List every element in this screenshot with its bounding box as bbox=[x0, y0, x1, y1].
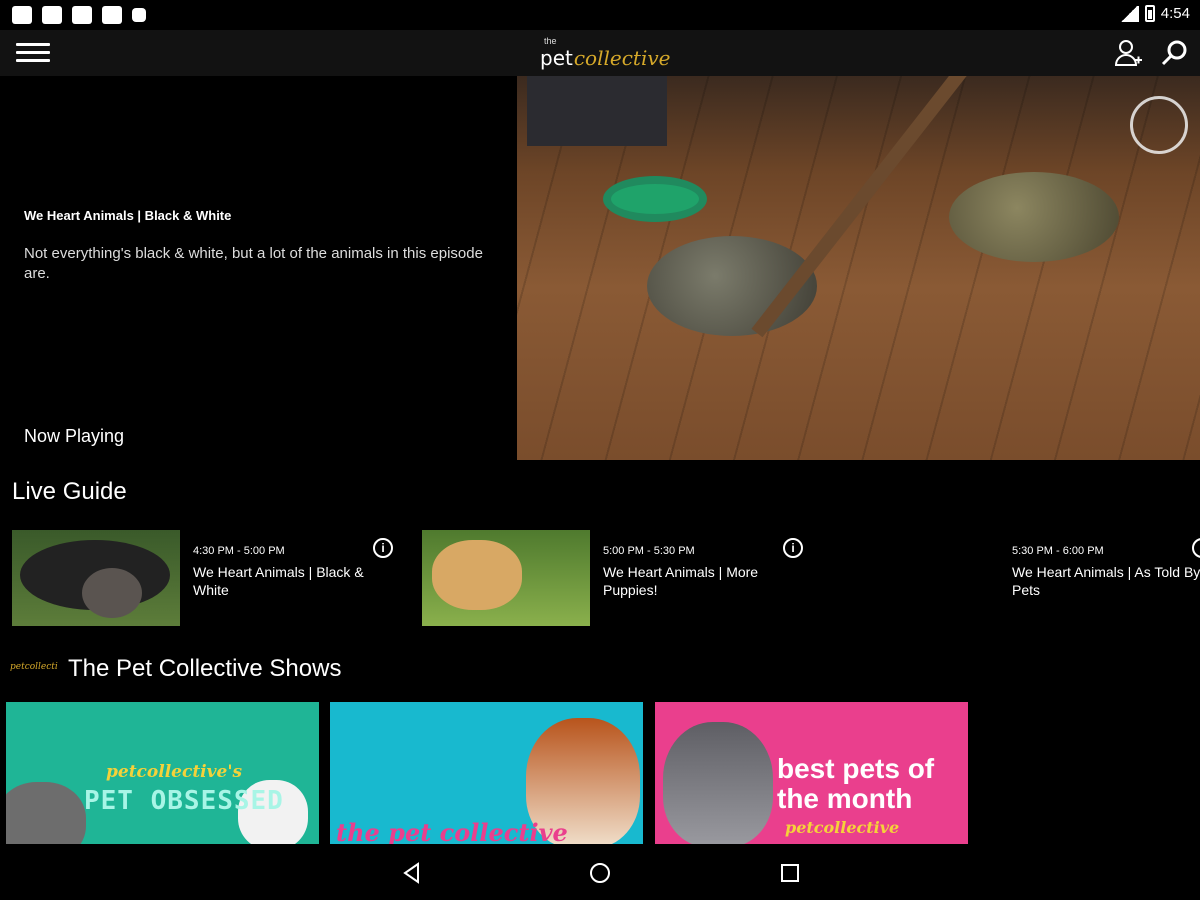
app-bar: the pet collective bbox=[0, 30, 1200, 76]
episode-title: We Heart Animals | Black & White bbox=[24, 208, 232, 223]
show-card-pet-obsessed[interactable]: petcollective's PET OBSESSED bbox=[6, 702, 319, 844]
channel-watermark-icon bbox=[1130, 96, 1188, 154]
info-icon[interactable]: i bbox=[373, 538, 393, 558]
shows-header: petcollective The Pet Collective Shows bbox=[10, 655, 341, 683]
now-playing-section: We Heart Animals | Black & White Not eve… bbox=[0, 76, 1200, 460]
notification-icon bbox=[72, 6, 92, 24]
guide-show-name: We Heart Animals | As Told By Pets bbox=[1012, 564, 1200, 598]
add-account-icon[interactable] bbox=[1113, 38, 1143, 68]
guide-thumbnail bbox=[422, 530, 590, 626]
video-background-object bbox=[527, 76, 667, 146]
notification-icons bbox=[12, 6, 146, 24]
video-player[interactable] bbox=[517, 76, 1200, 460]
info-icon[interactable]: i bbox=[1192, 538, 1200, 558]
status-bar: 4:54 bbox=[0, 0, 1200, 30]
search-icon[interactable] bbox=[1160, 38, 1190, 68]
cat-image bbox=[663, 722, 773, 844]
notification-icon bbox=[12, 6, 32, 24]
android-icon bbox=[132, 8, 146, 22]
android-nav-bar bbox=[0, 844, 1200, 900]
guide-item[interactable]: 5:00 PM - 5:30 PM We Heart Animals | Mor… bbox=[422, 530, 812, 626]
pet-collective-logo: the pet collective bbox=[540, 36, 671, 70]
frog-image bbox=[949, 172, 1119, 262]
guide-time: 5:30 PM - 6:00 PM bbox=[1012, 545, 1104, 557]
guide-time: 5:00 PM - 5:30 PM bbox=[603, 545, 695, 557]
pet-collective-mini-logo: petcollective bbox=[10, 662, 58, 672]
info-icon[interactable]: i bbox=[783, 538, 803, 558]
tape-roll-image bbox=[603, 176, 707, 222]
shows-title: The Pet Collective Shows bbox=[68, 655, 342, 682]
now-playing-label: Now Playing bbox=[24, 426, 125, 446]
battery-icon bbox=[1144, 5, 1155, 22]
clock: 4:54 bbox=[1160, 5, 1190, 22]
cat-image bbox=[6, 782, 86, 844]
guide-item[interactable]: 5:30 PM - 6:00 PM We Heart Animals | As … bbox=[1012, 530, 1200, 626]
back-icon[interactable] bbox=[397, 858, 427, 888]
notification-icon bbox=[42, 6, 62, 24]
guide-show-name: We Heart Animals | More Puppies! bbox=[603, 564, 759, 598]
guide-item[interactable]: 4:30 PM - 5:00 PM We Heart Animals | Bla… bbox=[12, 530, 402, 626]
live-guide-title: Live Guide bbox=[12, 478, 127, 505]
show-card-best-pets[interactable]: best pets of the month petcollective bbox=[655, 702, 968, 844]
guide-time: 4:30 PM - 5:00 PM bbox=[193, 545, 285, 557]
notification-icon bbox=[102, 6, 122, 24]
home-icon[interactable] bbox=[585, 858, 615, 888]
guide-thumbnail bbox=[12, 530, 180, 626]
system-status: 4:54 bbox=[1118, 5, 1190, 22]
signal-icon bbox=[1118, 5, 1139, 22]
show-card-pet-collective[interactable]: the pet collective bbox=[330, 702, 643, 844]
guide-show-name: We Heart Animals | Black & White bbox=[193, 564, 364, 598]
episode-description: Not everything's black & white, but a lo… bbox=[24, 245, 483, 282]
hamburger-menu-icon[interactable] bbox=[16, 38, 50, 68]
recents-icon[interactable] bbox=[775, 858, 805, 888]
